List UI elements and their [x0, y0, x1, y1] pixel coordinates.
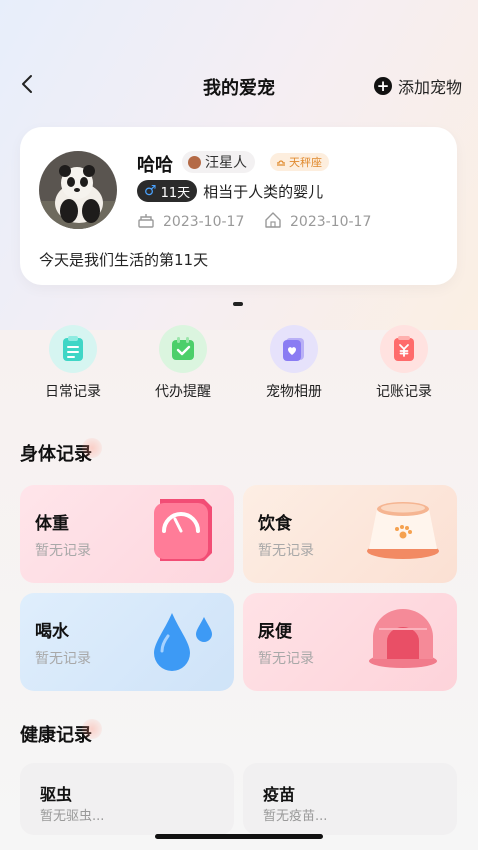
- food-bowl-icon: [365, 495, 441, 565]
- age-value: 11天: [160, 185, 191, 201]
- record-title: 尿便: [258, 622, 292, 642]
- record-title: 体重: [35, 514, 69, 534]
- record-status: 暂无记录: [35, 651, 91, 667]
- quick-action-daily-record[interactable]: 日常记录: [18, 325, 128, 401]
- water-record-card[interactable]: 喝水 暂无记录: [20, 593, 234, 691]
- quick-action-reminder[interactable]: 代办提醒: [128, 325, 238, 401]
- quick-action-label: 宠物相册: [266, 384, 322, 400]
- quick-action-label: 日常记录: [45, 384, 101, 400]
- excretion-record-card[interactable]: 尿便 暂无记录: [243, 593, 457, 691]
- home-date: 2023-10-17: [290, 214, 372, 230]
- dog-icon: [188, 155, 201, 169]
- birthday-cake-icon: [137, 211, 155, 233]
- together-days-text: 今天是我们生活的第11天: [39, 251, 209, 269]
- health-record-title: 疫苗: [263, 785, 296, 804]
- breed-tag: 汪星人: [182, 151, 255, 173]
- record-status: 暂无记录: [35, 543, 91, 559]
- age-badge: ♂ 11天: [137, 180, 198, 202]
- record-title: 喝水: [35, 622, 69, 642]
- avatar: [39, 151, 117, 229]
- ledger-icon: [380, 325, 428, 373]
- calendar-check-icon: [159, 325, 207, 373]
- body-records-title: 身体记录: [20, 438, 102, 466]
- birth-date: 2023-10-17: [163, 214, 245, 230]
- zodiac-tag: 天秤座: [270, 153, 329, 171]
- add-pet-button[interactable]: + 添加宠物: [373, 74, 462, 98]
- health-record-title: 驱虫: [40, 785, 73, 804]
- add-pet-label: 添加宠物: [397, 78, 462, 97]
- quick-action-album[interactable]: 宠物相册: [239, 325, 349, 401]
- top-bar: 我的爱宠 + 添加宠物: [0, 60, 478, 110]
- breed-label: 汪星人: [205, 155, 247, 171]
- food-record-card[interactable]: 饮食 暂无记录: [243, 485, 457, 583]
- record-status: 暂无记录: [258, 543, 314, 559]
- birth-date-row: 2023-10-17: [137, 211, 244, 233]
- home-indicator[interactable]: [155, 834, 323, 839]
- age-description: 相当于人类的婴儿: [203, 182, 324, 201]
- home-date-row: 2023-10-17: [264, 211, 371, 233]
- quick-action-ledger[interactable]: 记账记录: [349, 325, 459, 401]
- water-drop-icon: [148, 603, 218, 677]
- pet-name: 哈哈: [137, 155, 173, 176]
- vaccine-record-card[interactable]: 疫苗 暂无疫苗...: [243, 763, 457, 835]
- quick-action-label: 代办提醒: [155, 384, 211, 400]
- quick-action-label: 记账记录: [376, 384, 432, 400]
- weight-record-card[interactable]: 体重 暂无记录: [20, 485, 234, 583]
- quick-actions: 日常记录 代办提醒 宠物相册 记账记录: [0, 325, 478, 405]
- record-title: 饮食: [258, 514, 292, 534]
- libra-icon: [276, 156, 286, 169]
- home-icon: [264, 211, 282, 233]
- pet-profile-card[interactable]: 哈哈 汪星人 天秤座 ♂ 11天 相当于人类的婴儿 2023-10-17 202…: [20, 127, 457, 285]
- male-icon: ♂: [144, 183, 157, 199]
- title-accent-dot: [82, 438, 102, 458]
- zodiac-label: 天秤座: [289, 156, 322, 169]
- scale-icon: [150, 495, 218, 569]
- record-status: 暂无记录: [258, 651, 314, 667]
- health-record-status: 暂无疫苗...: [263, 809, 328, 824]
- title-accent-dot: [82, 719, 102, 739]
- litter-box-icon: [365, 603, 441, 675]
- clipboard-icon: [49, 325, 97, 373]
- photo-album-icon: [270, 325, 318, 373]
- age-row: ♂ 11天 相当于人类的婴儿: [137, 180, 323, 202]
- health-records-title: 健康记录: [20, 719, 102, 747]
- page-indicator: [233, 302, 243, 306]
- health-record-status: 暂无驱虫...: [40, 809, 105, 824]
- plus-circle-icon: +: [373, 77, 392, 95]
- deworming-record-card[interactable]: 驱虫 暂无驱虫...: [20, 763, 234, 835]
